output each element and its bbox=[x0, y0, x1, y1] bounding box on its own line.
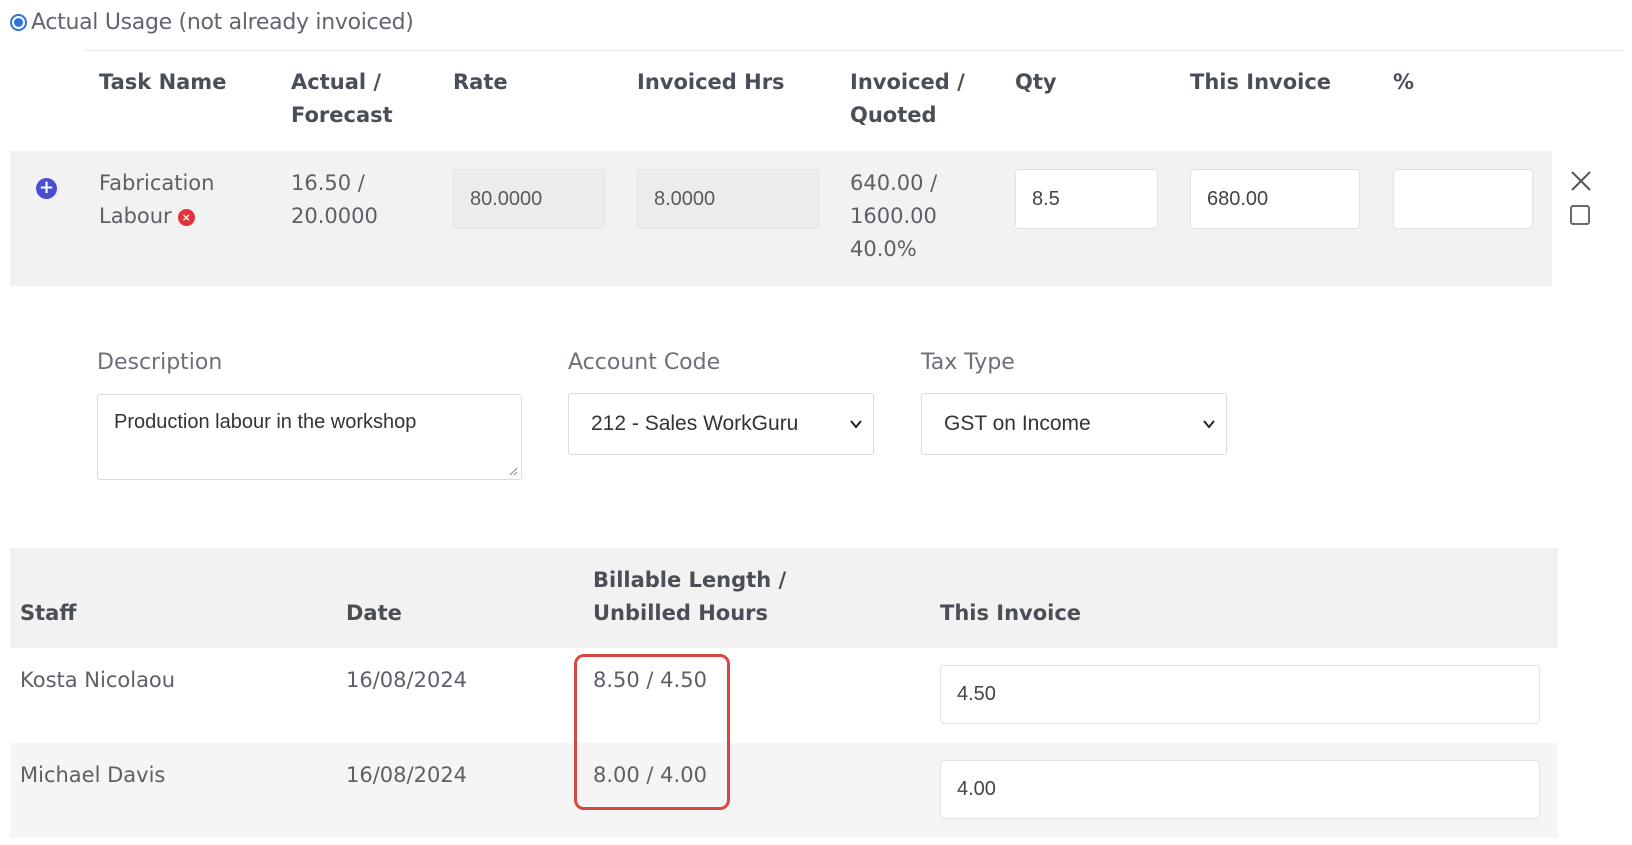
qty-input[interactable]: 8.5 bbox=[1015, 169, 1158, 229]
account-code-select[interactable]: 212 - Sales WorkGuru bbox=[568, 393, 874, 455]
header-actual-forecast: Actual / Forecast bbox=[291, 70, 393, 127]
actual-usage-label: Actual Usage (not already invoiced) bbox=[31, 10, 414, 35]
tax-type-select[interactable]: GST on Income bbox=[921, 393, 1227, 455]
actual-usage-option[interactable]: Actual Usage (not already invoiced) bbox=[10, 10, 414, 35]
actual-forecast-cell: 16.50 / 20.0000 bbox=[291, 171, 378, 228]
task-name-cell: Fabrication Labour × bbox=[99, 171, 215, 228]
staff-name: Kosta Nicolaou bbox=[20, 668, 176, 692]
description-textarea[interactable]: Production labour in the workshop bbox=[97, 394, 522, 480]
rate-input: 80.0000 bbox=[453, 169, 605, 229]
row-select-checkbox[interactable] bbox=[1570, 205, 1590, 225]
header-rate: Rate bbox=[453, 70, 508, 94]
header-task-name: Task Name bbox=[99, 70, 227, 94]
expand-plus-icon[interactable]: + bbox=[36, 178, 57, 199]
chevron-down-icon bbox=[850, 420, 862, 429]
header-qty: Qty bbox=[1015, 70, 1057, 94]
header-staff-this-invoice: This Invoice bbox=[940, 601, 1082, 625]
staff-date: 16/08/2024 bbox=[346, 668, 468, 692]
highlight-box bbox=[574, 654, 730, 810]
invoiced-hrs-input: 8.0000 bbox=[637, 169, 819, 229]
invoiced-quoted-cell: 640.00 / 1600.00 40.0% bbox=[850, 171, 938, 261]
close-icon[interactable] bbox=[1570, 170, 1592, 192]
header-date: Date bbox=[346, 601, 402, 625]
header-invoiced-hrs: Invoiced Hrs bbox=[637, 70, 785, 94]
description-label: Description bbox=[97, 350, 223, 375]
staff-this-invoice-input[interactable]: 4.50 bbox=[940, 665, 1540, 724]
header-billable-unbilled: Billable Length / Unbilled Hours bbox=[593, 568, 787, 625]
header-percent: % bbox=[1393, 70, 1415, 94]
staff-date: 16/08/2024 bbox=[346, 763, 468, 787]
actual-usage-radio[interactable] bbox=[10, 14, 27, 31]
header-this-invoice: This Invoice bbox=[1190, 70, 1332, 94]
resize-handle-icon[interactable] bbox=[508, 466, 518, 476]
header-staff: Staff bbox=[20, 601, 77, 625]
header-invoiced-quoted: Invoiced / Quoted bbox=[850, 70, 965, 127]
staff-name: Michael Davis bbox=[20, 763, 166, 787]
chevron-down-icon bbox=[1203, 420, 1215, 429]
tax-type-label: Tax Type bbox=[921, 350, 1015, 375]
account-code-label: Account Code bbox=[568, 350, 721, 375]
staff-this-invoice-input[interactable]: 4.00 bbox=[940, 760, 1540, 819]
remove-error-icon[interactable]: × bbox=[177, 208, 195, 226]
this-invoice-input[interactable]: 680.00 bbox=[1190, 169, 1360, 229]
divider bbox=[84, 50, 1624, 51]
percent-input[interactable] bbox=[1393, 169, 1533, 229]
